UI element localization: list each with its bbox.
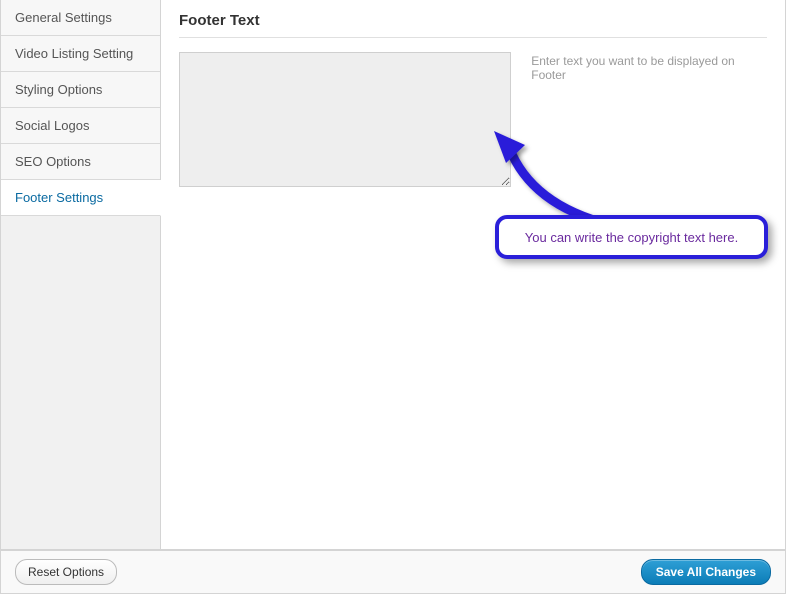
main-panel: Footer Text Enter text you want to be di… [161,0,785,549]
section-title: Footer Text [179,6,767,38]
sidebar-item-social-logos[interactable]: Social Logos [1,108,160,144]
bottom-bar: Reset Options Save All Changes [0,550,786,594]
sidebar-item-seo-options[interactable]: SEO Options [1,144,160,180]
sidebar-item-footer-settings[interactable]: Footer Settings [1,180,161,216]
sidebar: General Settings Video Listing Setting S… [1,0,161,549]
footer-text-textarea[interactable] [179,52,511,187]
helper-text: Enter text you want to be displayed on F… [531,52,767,187]
sidebar-item-general-settings[interactable]: General Settings [1,0,160,36]
reset-options-button[interactable]: Reset Options [15,559,117,585]
callout-text: You can write the copyright text here. [525,230,738,245]
sidebar-item-video-listing-setting[interactable]: Video Listing Setting [1,36,160,72]
callout-box: You can write the copyright text here. [495,215,768,259]
save-all-changes-button[interactable]: Save All Changes [641,559,771,585]
field-row: Enter text you want to be displayed on F… [179,52,767,187]
sidebar-item-styling-options[interactable]: Styling Options [1,72,160,108]
